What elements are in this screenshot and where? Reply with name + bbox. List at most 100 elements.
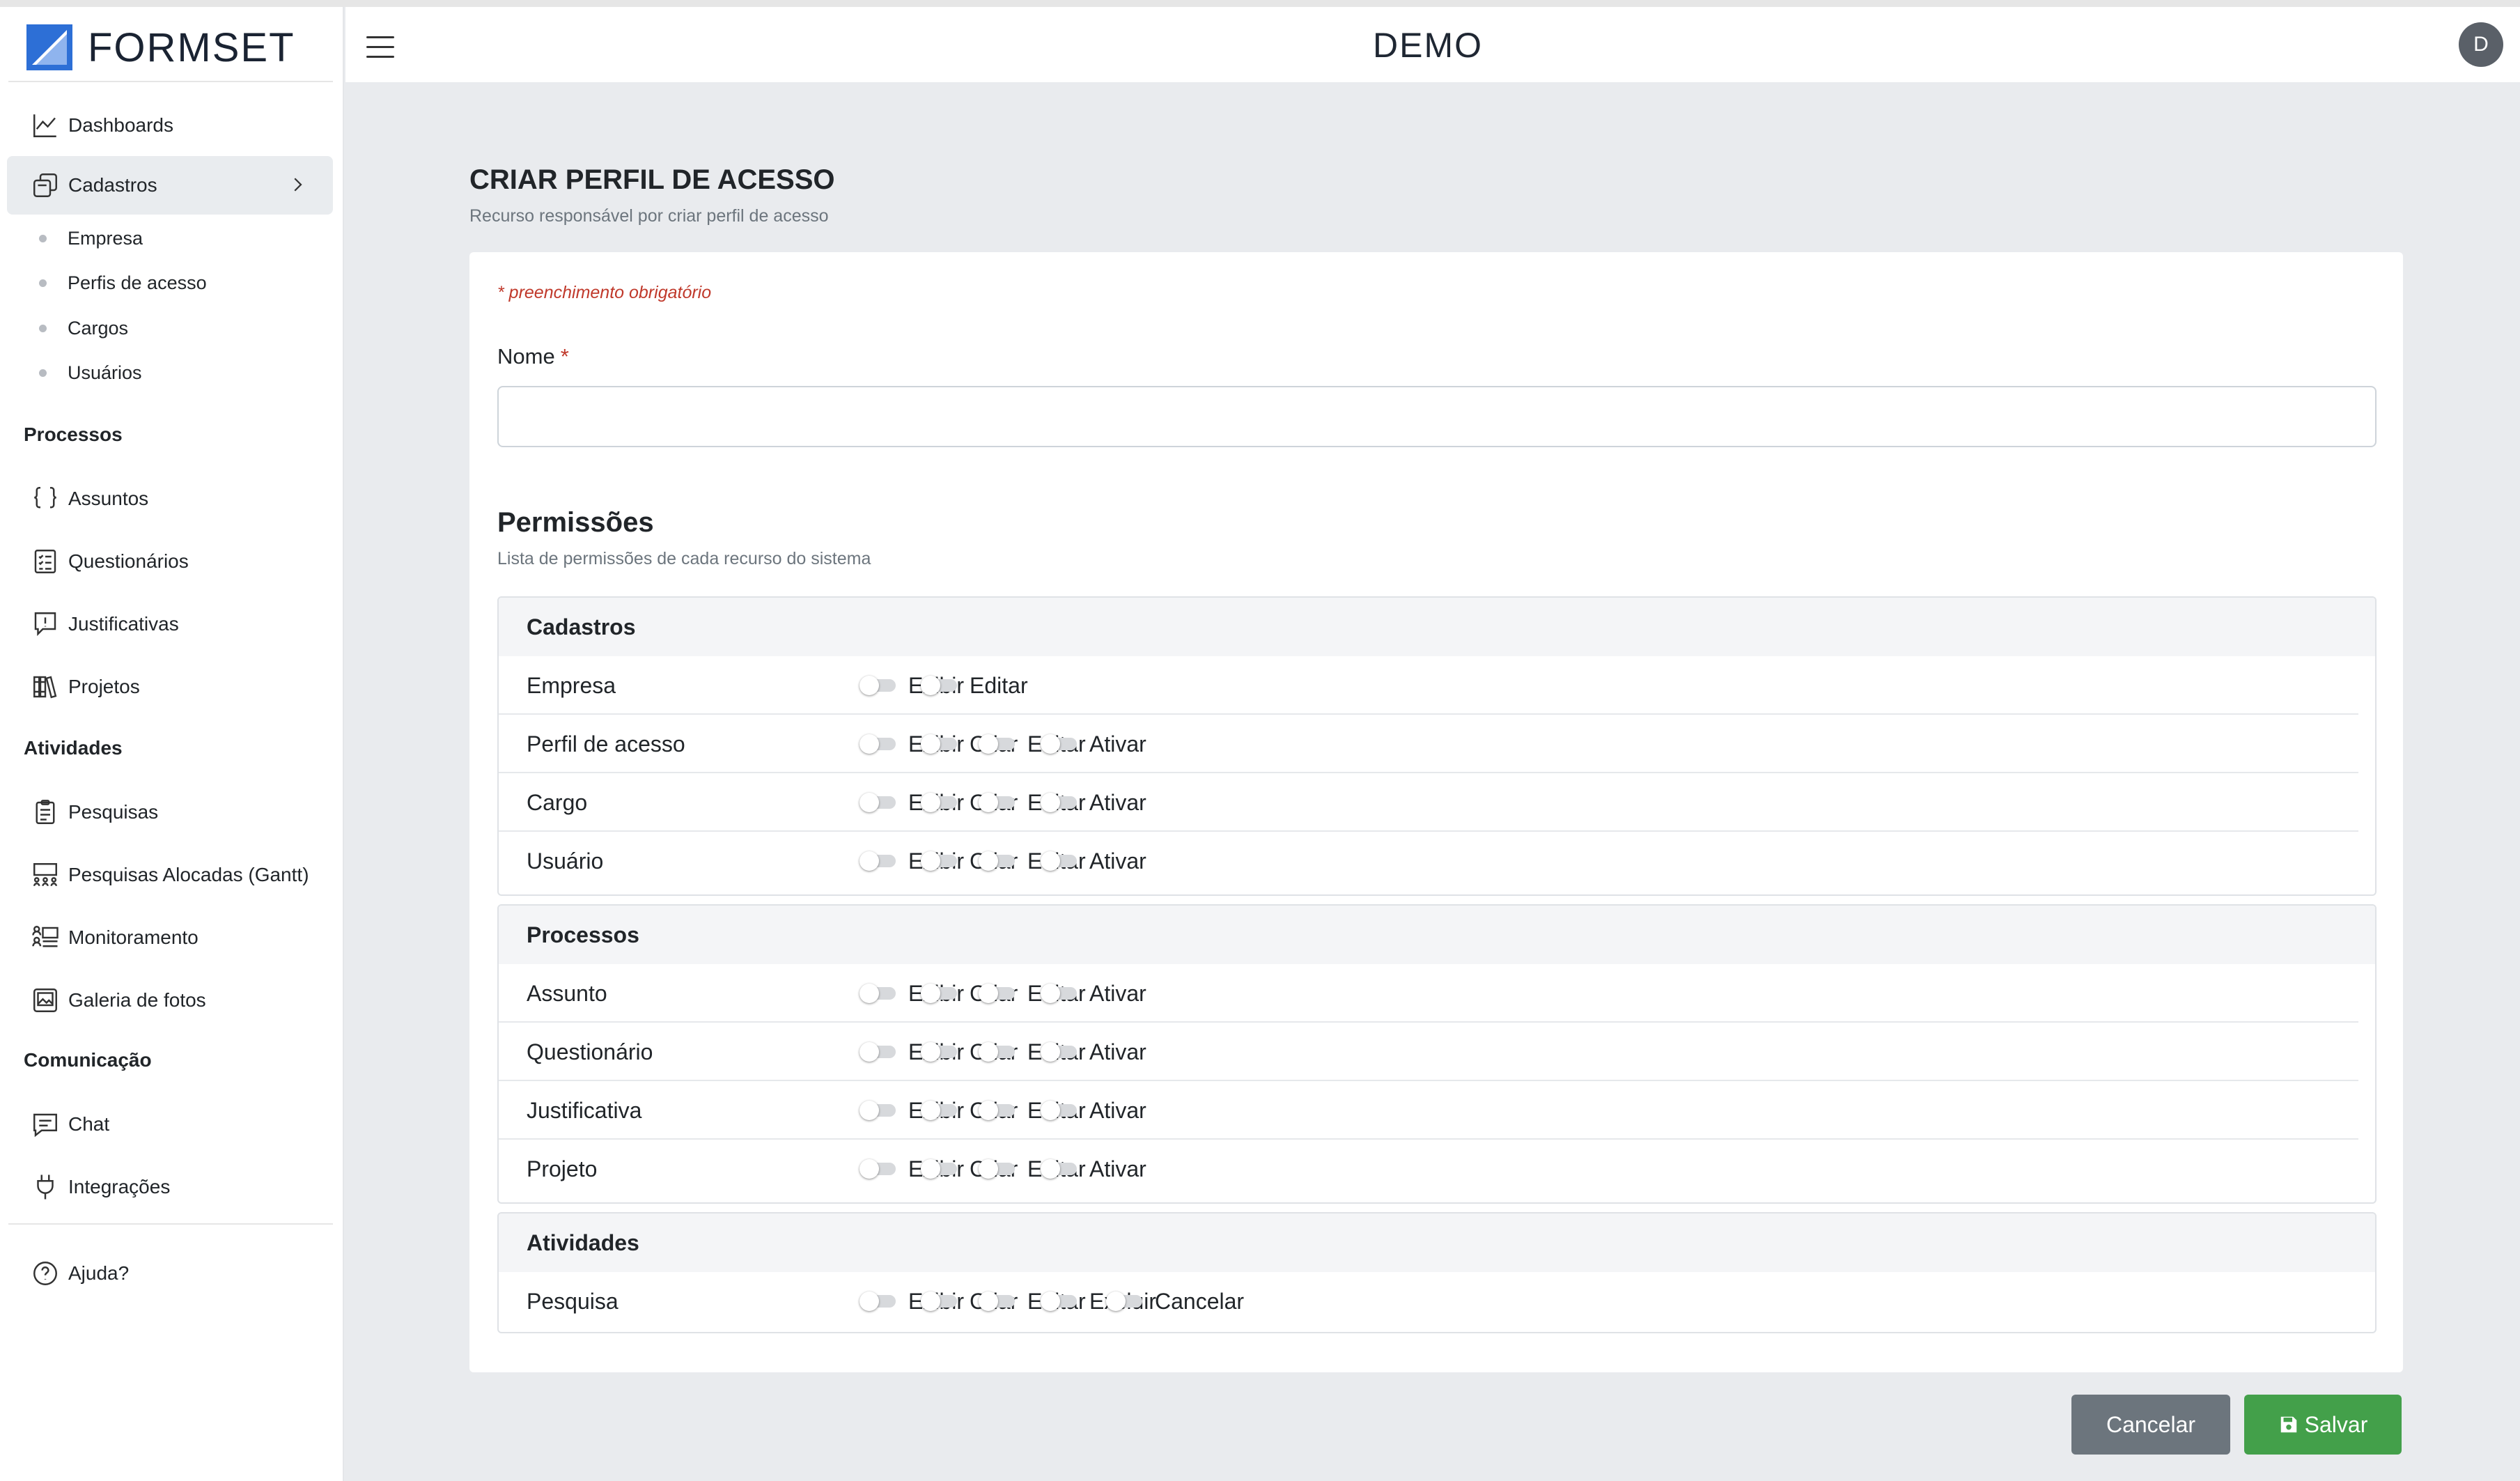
sidebar: FORMSET Dashboards Cadastros Empresa Per… [0, 7, 344, 1481]
sidebar-item-label: Ajuda? [68, 1262, 130, 1284]
chevron-right-icon [294, 178, 302, 192]
cancel-button[interactable]: Cancelar [2071, 1395, 2230, 1455]
sidebar-item-galeria[interactable]: Galeria de fotos [7, 971, 333, 1030]
toggle-label: Ativar [1089, 1097, 1146, 1123]
app-title: DEMO [1373, 26, 1483, 65]
required-star: * [560, 344, 569, 369]
toggle-label: Ativar [1089, 1039, 1146, 1064]
toggle-ativar[interactable]: Ativar [1041, 1081, 1146, 1140]
plug-icon [29, 1171, 61, 1203]
toggle-label: Ativar [1089, 980, 1146, 1006]
toggle-ativar[interactable]: Ativar [1041, 832, 1146, 890]
sidebar-item-label: Galeria de fotos [68, 989, 206, 1011]
toggle-ativar[interactable]: Ativar [1041, 1023, 1146, 1081]
row-label: Usuário [527, 848, 604, 874]
permission-row: Justificativa Exibir Criar Editar Ativar [499, 1081, 2358, 1140]
people-board-icon [29, 859, 61, 891]
help-circle-icon [29, 1257, 61, 1289]
permission-row: Pesquisa Exibir Criar Editar Excluir Can… [499, 1272, 2358, 1331]
chat-icon [29, 1108, 61, 1140]
image-icon [29, 984, 61, 1016]
sidebar-subitem-perfis[interactable]: Perfis de acesso [39, 265, 207, 300]
braces-icon [29, 483, 61, 515]
sidebar-item-pesquisas[interactable]: Pesquisas [7, 783, 333, 842]
sidebar-subitem-usuarios[interactable]: Usuários [39, 355, 142, 390]
toggle-label: Cancelar [1155, 1288, 1245, 1314]
toggle-label: Ativar [1089, 731, 1146, 757]
sidebar-item-monitoramento[interactable]: Monitoramento [7, 908, 333, 967]
sidebar-item-cadastros[interactable]: Cadastros [7, 156, 333, 215]
sidebar-item-label: Questionários [68, 550, 189, 572]
permission-row: Empresa Exibir Editar [499, 656, 2358, 715]
toggle-ativar[interactable]: Ativar [1041, 773, 1146, 832]
brand-name: FORMSET [88, 24, 295, 70]
alert-message-icon [29, 608, 61, 640]
sidebar-item-label: Projetos [68, 676, 140, 697]
hamburger-icon[interactable] [366, 36, 394, 60]
toggle-label: Ativar [1089, 848, 1146, 874]
save-button-label: Salvar [2304, 1411, 2368, 1437]
avatar[interactable]: D [2459, 22, 2503, 67]
toggle-ativar[interactable]: Ativar [1041, 1140, 1146, 1198]
row-label: Projeto [527, 1156, 598, 1181]
users-monitor-icon [29, 922, 61, 954]
permissions-subtitle: Lista de permissões de cada recurso do s… [497, 549, 871, 568]
brand[interactable]: FORMSET [26, 21, 295, 74]
sidebar-item-questionarios[interactable]: Questionários [7, 532, 333, 591]
sidebar-item-label: Dashboards [68, 114, 173, 136]
books-icon [29, 671, 61, 703]
sidebar-item-dashboards[interactable]: Dashboards [7, 96, 333, 155]
sidebar-item-integracoes[interactable]: Integrações [7, 1158, 333, 1216]
section-title-atividades: Atividades [24, 737, 123, 759]
top-header: DEMO D [345, 7, 2520, 82]
permission-row: Questionário Exibir Criar Editar Ativar [499, 1023, 2358, 1081]
toggle-ativar[interactable]: Ativar [1041, 964, 1146, 1023]
sidebar-item-label: Pesquisas [68, 801, 159, 823]
row-label: Pesquisa [527, 1288, 619, 1314]
row-label: Perfil de acesso [527, 731, 685, 757]
permission-row: Assunto Exibir Criar Editar Ativar [499, 964, 2358, 1023]
toggle-cancelar[interactable]: Cancelar [1106, 1272, 1244, 1331]
toggle-ativar[interactable]: Ativar [1041, 715, 1146, 773]
toggle-label: Ativar [1089, 1156, 1146, 1181]
sidebar-item-gantt[interactable]: Pesquisas Alocadas (Gantt) [7, 846, 333, 904]
sidebar-item-chat[interactable]: Chat [7, 1095, 333, 1154]
sidebar-subitem-label: Usuários [68, 362, 142, 383]
row-label: Cargo [527, 789, 588, 815]
toggle-editar[interactable]: Editar [921, 656, 1028, 715]
name-label: Nome * [497, 344, 569, 369]
sidebar-subitem-label: Cargos [68, 317, 129, 339]
checklist-icon [29, 545, 61, 577]
permission-group-processos: Processos Assunto Exibir Criar Editar At… [497, 904, 2377, 1204]
save-button[interactable]: Salvar [2244, 1395, 2402, 1455]
sidebar-item-label: Cadastros [68, 174, 157, 196]
name-input[interactable] [497, 386, 2377, 447]
permission-row: Projeto Exibir Criar Editar Ativar [499, 1140, 2358, 1198]
top-edge [0, 0, 2520, 7]
sidebar-subitem-label: Empresa [68, 227, 143, 249]
sidebar-item-justificativas[interactable]: Justificativas [7, 595, 333, 653]
row-label: Justificativa [527, 1097, 642, 1123]
form-card: * preenchimento obrigatório Nome * Permis… [469, 252, 2403, 1372]
permissions-title: Permissões [497, 507, 654, 538]
sidebar-subitem-empresa[interactable]: Empresa [39, 221, 143, 256]
copy-icon [29, 169, 61, 201]
sidebar-subitem-cargos[interactable]: Cargos [39, 311, 128, 346]
permission-row: Perfil de acesso Exibir Criar Editar Ati… [499, 715, 2358, 773]
sidebar-item-label: Justificativas [68, 613, 179, 635]
sidebar-item-label: Chat [68, 1113, 110, 1135]
row-label: Questionário [527, 1039, 653, 1064]
permission-row: Cargo Exibir Criar Editar Ativar [499, 773, 2358, 832]
page-subtitle: Recurso responsável por criar perfil de … [469, 206, 829, 226]
sidebar-item-ajuda[interactable]: Ajuda? [7, 1244, 333, 1303]
sidebar-item-label: Monitoramento [68, 926, 199, 948]
permission-row: Usuário Exibir Criar Editar Ativar [499, 832, 2358, 890]
sidebar-item-assuntos[interactable]: Assuntos [7, 470, 333, 528]
clipboard-icon [29, 796, 61, 828]
divider [8, 1223, 333, 1225]
sidebar-item-projetos[interactable]: Projetos [7, 658, 333, 716]
group-title: Atividades [499, 1214, 2375, 1272]
section-title-processos: Processos [24, 424, 123, 445]
name-label-text: Nome [497, 344, 555, 369]
group-title: Cadastros [499, 598, 2375, 656]
